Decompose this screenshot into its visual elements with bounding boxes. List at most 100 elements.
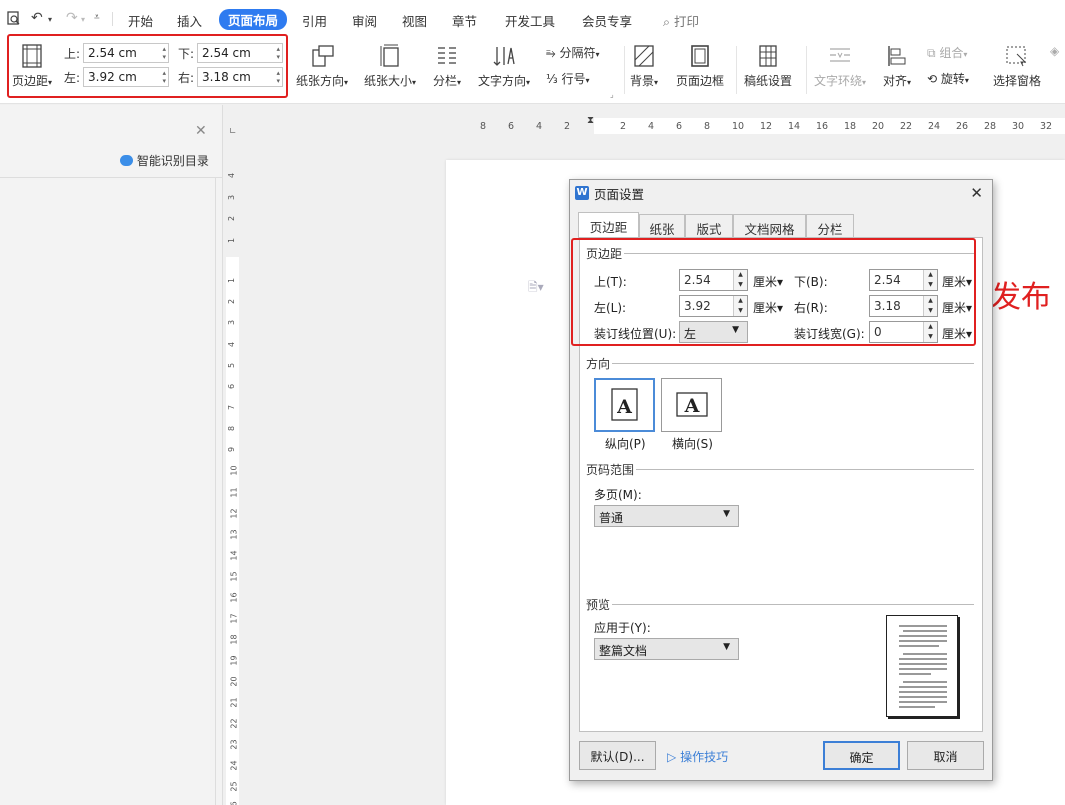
ribbon: 页边距▾ 上: 2.54 cm ▴ ▾ 下: 2.54 cm ▴ ▾ 左: 3.92 c… xyxy=(0,34,1065,104)
vruler-tick-label: 23 xyxy=(229,739,239,750)
tab-start[interactable]: 开始 xyxy=(128,11,153,30)
redo-dropdown-icon[interactable]: ▾ xyxy=(81,15,85,24)
paper-size-label: 纸张大小 xyxy=(364,74,413,88)
search-label: 打印 xyxy=(674,14,700,29)
vruler-tick-label: 18 xyxy=(229,634,239,645)
layers-icon[interactable]: ◈ xyxy=(1050,44,1059,58)
page-border-button[interactable]: 页面边框 xyxy=(676,44,724,89)
background-button[interactable]: 背景▾ xyxy=(630,44,658,89)
multi-page-select[interactable]: 普通 ▼ xyxy=(594,505,739,527)
columns-label: 分栏 xyxy=(433,74,458,88)
hruler-tick-label: 30 xyxy=(1012,121,1025,132)
tab-page-layout[interactable]: 页面布局 xyxy=(219,9,288,30)
portrait-button[interactable]: A xyxy=(594,378,655,432)
preview-section-title: 预览 xyxy=(586,598,611,612)
text-wrap-icon xyxy=(830,48,851,62)
tab-columns[interactable]: 分栏 xyxy=(806,214,854,238)
tab-member[interactable]: 会员专享 xyxy=(582,11,632,30)
vruler-tick-label: 2 xyxy=(227,298,237,305)
vruler-tick-label: 1 xyxy=(227,277,237,284)
selection-pane-label: 选择窗格 xyxy=(993,74,1042,88)
smart-toc-icon xyxy=(120,155,133,166)
vruler-tick-label: 21 xyxy=(229,697,239,708)
vruler-tick-label: 26 xyxy=(230,801,239,805)
manuscript-button[interactable]: 稿纸设置 xyxy=(744,44,792,89)
tips-link[interactable]: ▷ 操作技巧 xyxy=(667,748,728,765)
text-direction-button[interactable]: 文字方向▾ xyxy=(478,44,530,89)
undo-icon[interactable]: ↶ xyxy=(31,10,43,26)
rotate-label: 旋转 xyxy=(940,72,965,86)
tab-references[interactable]: 引用 xyxy=(302,11,327,30)
line-number-button[interactable]: ⅓ 行号▾ xyxy=(546,70,590,87)
tab-review[interactable]: 审阅 xyxy=(352,11,377,30)
hruler-tick-label: 14 xyxy=(788,121,801,132)
chevron-down-icon: ▼ xyxy=(723,509,730,519)
tab-stop-icon[interactable]: ∟ xyxy=(229,127,237,137)
tips-label: 操作技巧 xyxy=(680,750,729,764)
customize-toolbar-icon[interactable]: ⩡ xyxy=(94,12,100,23)
separator-button[interactable]: ⥱ 分隔符▾ xyxy=(546,44,599,61)
hruler-tick-label: 28 xyxy=(984,121,997,132)
page-border-label: 页面边框 xyxy=(676,74,725,88)
vruler-tick-label: 7 xyxy=(227,404,237,411)
indent-marker-icon[interactable]: ⧗ xyxy=(587,115,594,126)
tab-chapter[interactable]: 章节 xyxy=(452,11,477,30)
tab-layout[interactable]: 版式 xyxy=(685,214,733,238)
hruler-tick-label: 26 xyxy=(956,121,969,132)
text-wrap-button[interactable]: 文字环绕▾ xyxy=(814,44,866,89)
ok-button[interactable]: 确定 xyxy=(823,741,900,770)
redo-icon[interactable]: ↷ xyxy=(66,10,78,26)
vruler-tick-label: 3 xyxy=(227,194,237,201)
orientation-button[interactable]: 纸张方向▾ xyxy=(296,44,348,89)
close-panel-icon[interactable]: ✕ xyxy=(195,123,207,139)
vruler-tick-label: 6 xyxy=(227,383,237,390)
orientation-icon xyxy=(312,45,334,67)
rotate-button[interactable]: ⟲ 旋转▾ xyxy=(927,70,969,87)
highlight-box-dialog xyxy=(571,238,976,346)
vruler-tick-label: 9 xyxy=(227,446,237,453)
svg-text:A: A xyxy=(684,395,700,417)
print-preview-icon[interactable] xyxy=(6,10,22,30)
default-button[interactable]: 默认(D)... xyxy=(579,741,656,770)
vruler-tick-label: 10 xyxy=(229,465,239,476)
paper-size-button[interactable]: 纸张大小▾ xyxy=(364,44,416,89)
tab-view[interactable]: 视图 xyxy=(402,11,427,30)
background-icon xyxy=(634,45,654,67)
tab-insert[interactable]: 插入 xyxy=(177,11,202,30)
search-box[interactable]: ⌕ 打印 xyxy=(663,11,699,30)
undo-dropdown-icon[interactable]: ▾ xyxy=(48,15,52,24)
page-setup-dialog: W 页面设置 ✕ 页边距 纸张 版式 文档网格 分栏 页边距 上(T): 2.5… xyxy=(569,179,993,781)
vruler-tick-label: 20 xyxy=(229,676,239,687)
dialog-close-icon[interactable]: ✕ xyxy=(970,184,983,202)
chevron-down-icon: ▼ xyxy=(723,642,730,652)
vruler-tick-label: 5 xyxy=(227,362,237,369)
apply-to-select[interactable]: 整篇文档 ▼ xyxy=(594,638,739,660)
hruler-tick-label: 6 xyxy=(508,121,515,132)
separator-label: 分隔符 xyxy=(559,46,596,60)
vruler-tick-label: 14 xyxy=(229,550,239,561)
vruler-tick-label: 3 xyxy=(227,319,237,326)
group-button[interactable]: ⧉ 组合▾ xyxy=(927,44,967,61)
selection-pane-icon xyxy=(1006,46,1027,67)
wps-logo-icon: W xyxy=(575,186,589,200)
hruler-tick-label: 4 xyxy=(536,121,543,132)
page-range-section-title: 页码范围 xyxy=(586,463,635,477)
smart-toc-button[interactable]: 智能识别目录 xyxy=(120,152,209,169)
landscape-button[interactable]: A xyxy=(661,378,722,432)
paragraph-icon[interactable]: 🗎▾ xyxy=(528,278,544,299)
hruler-tick-label: 2 xyxy=(620,121,627,132)
tab-doc-grid[interactable]: 文档网格 xyxy=(733,214,806,238)
hruler-tick-label: 16 xyxy=(816,121,829,132)
orientation-label: 纸张方向 xyxy=(296,74,345,88)
tab-developer[interactable]: 开发工具 xyxy=(505,11,555,30)
menu-bar: ↶ ▾ ↷ ▾ ⩡ 开始 插入 页面布局 引用 审阅 视图 章节 开发工具 会员… xyxy=(0,0,1065,38)
multi-page-value: 普通 xyxy=(599,511,624,525)
align-button[interactable]: 对齐▾ xyxy=(883,44,911,89)
tab-margins[interactable]: 页边距 xyxy=(578,212,639,238)
navigation-panel: ✕ 智能识别目录 xyxy=(0,105,223,805)
page-setup-launcher-icon[interactable]: ⌟ xyxy=(610,90,614,99)
tab-paper[interactable]: 纸张 xyxy=(639,214,685,238)
selection-pane-button[interactable]: 选择窗格 xyxy=(993,44,1041,89)
columns-button[interactable]: 分栏▾ xyxy=(433,44,461,89)
cancel-button[interactable]: 取消 xyxy=(907,741,984,770)
